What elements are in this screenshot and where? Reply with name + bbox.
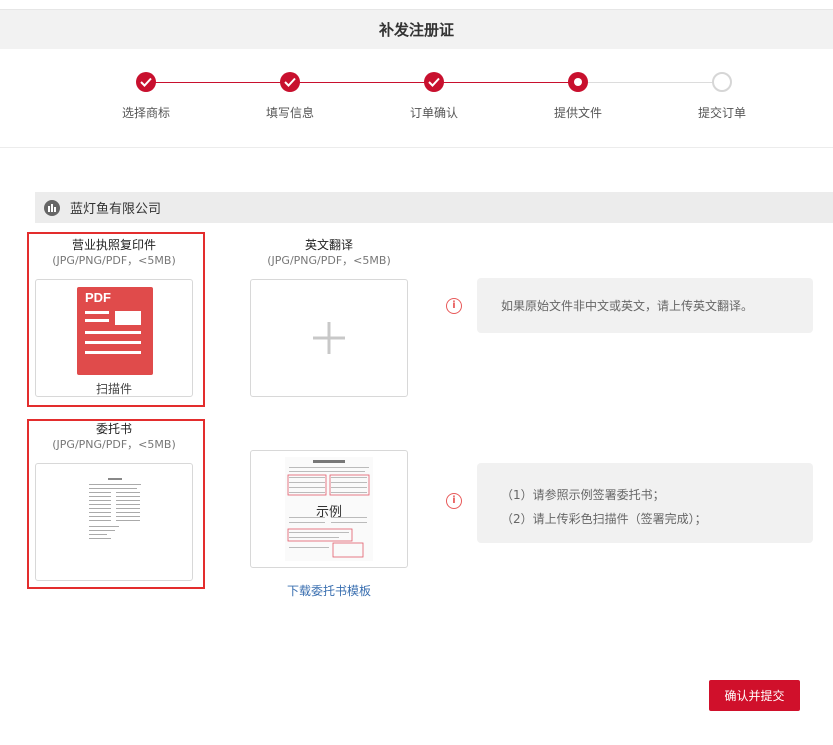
company-bar: 蓝灯鱼有限公司 [35, 192, 833, 223]
sample-label: 示例 [315, 505, 342, 520]
pending-step-icon [712, 72, 732, 92]
file-caption: 扫描件 [95, 382, 132, 396]
info-icon: i [446, 493, 462, 509]
step-order-confirm: 订单确认 [384, 72, 484, 121]
license-upload-header: 营业执照复印件 (JPG/PNG/PDF，<5MB) [35, 238, 193, 268]
check-icon [424, 72, 444, 92]
step-fill-info: 填写信息 [240, 72, 340, 121]
step-label: 提交订单 [697, 106, 746, 120]
license-title: 营业执照复印件 [71, 238, 156, 252]
translation-title: 英文翻译 [304, 238, 353, 252]
current-step-icon [568, 72, 588, 92]
step-label: 选择商标 [121, 106, 170, 120]
step-select-trademark: 选择商标 [96, 72, 196, 121]
page-title: 补发注册证 [378, 21, 454, 39]
pdf-badge: PDF [85, 290, 111, 305]
step-label: 填写信息 [265, 106, 314, 120]
poa-title: 委托书 [95, 422, 132, 436]
building-icon [44, 199, 60, 216]
step-submit-order: 提交订单 [672, 72, 772, 121]
translation-upload-header: 英文翻译 (JPG/PNG/PDF，<5MB) [250, 238, 408, 268]
pdf-file-icon: PDF [77, 287, 153, 375]
poa-tip-line: （1）请参照示例签署委托书； [501, 488, 665, 502]
progress-line-complete [146, 82, 578, 83]
poa-upload-header: 委托书 (JPG/PNG/PDF，<5MB) [35, 422, 193, 452]
license-upload-box[interactable]: PDF 扫描件 [35, 279, 193, 397]
step-provide-files: 提供文件 [528, 72, 628, 121]
check-icon [280, 72, 300, 92]
translation-tip: 如果原始文件非中文或英文，请上传英文翻译。 [477, 278, 813, 333]
translation-hint: (JPG/PNG/PDF，<5MB) [267, 254, 391, 267]
step-label: 提供文件 [553, 106, 602, 120]
poa-tip-line: （2）请上传彩色扫描件（签署完成）； [501, 512, 707, 526]
poa-hint: (JPG/PNG/PDF，<5MB) [52, 438, 176, 451]
company-name: 蓝灯鱼有限公司 [70, 202, 162, 217]
check-icon [136, 72, 156, 92]
progress-steps: 选择商标 填写信息 订单确认 提供文件 提交订单 [0, 48, 833, 148]
document-thumbnail [86, 476, 144, 544]
confirm-submit-button[interactable]: 确认并提交 [709, 680, 800, 711]
step-label: 订单确认 [409, 106, 458, 120]
page-header: 补发注册证 [0, 9, 833, 49]
download-template-link[interactable]: 下载委托书模板 [250, 582, 408, 599]
poa-upload-box[interactable] [35, 463, 193, 581]
translation-upload-box[interactable] [250, 279, 408, 397]
plus-icon [313, 322, 345, 354]
info-icon: i [446, 298, 462, 314]
poa-tips: （1）请参照示例签署委托书； （2）请上传彩色扫描件（签署完成）； [477, 463, 813, 543]
sample-preview-box[interactable]: 示例 [250, 450, 408, 568]
license-hint: (JPG/PNG/PDF，<5MB) [52, 254, 176, 267]
